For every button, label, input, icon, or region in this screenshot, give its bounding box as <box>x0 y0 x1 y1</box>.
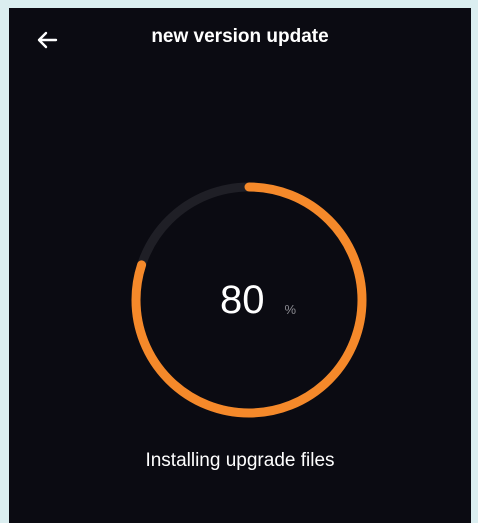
header-bar: new version update <box>9 8 471 70</box>
update-screen: new version update 80 % Installing upgra… <box>9 8 471 523</box>
progress-ring: 80 % <box>121 172 377 428</box>
progress-readout: 80 % <box>121 172 377 428</box>
status-text: Installing upgrade files <box>145 450 335 471</box>
page-title: new version update <box>151 26 329 47</box>
progress-unit: % <box>284 301 297 317</box>
progress-value: 80 <box>219 278 265 322</box>
